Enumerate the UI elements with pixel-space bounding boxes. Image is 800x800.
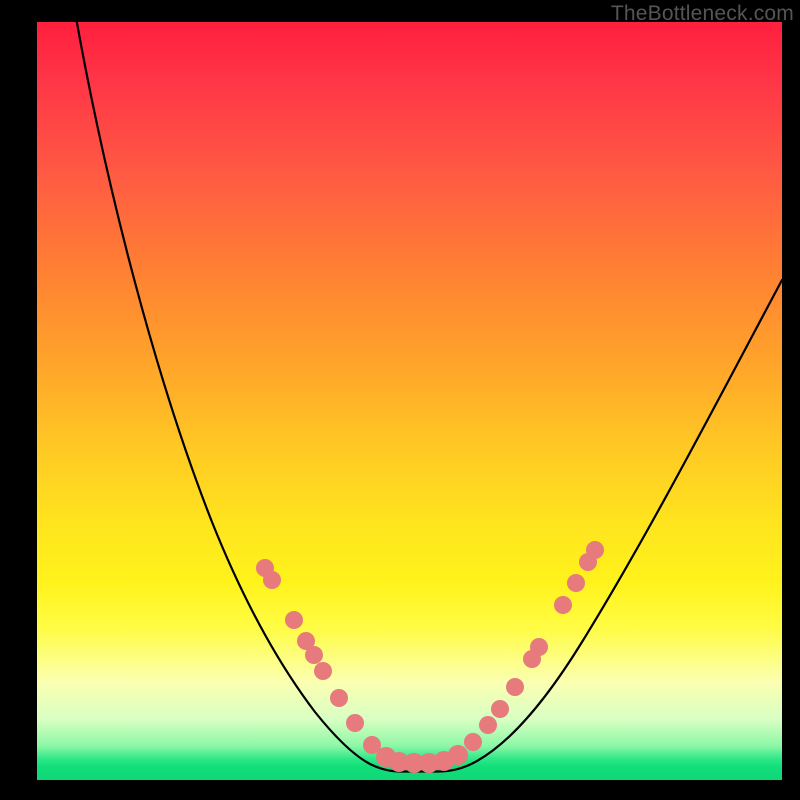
data-marker <box>464 733 482 751</box>
data-marker <box>479 716 497 734</box>
data-marker <box>346 714 364 732</box>
chart-overlay <box>37 22 782 780</box>
data-marker <box>567 574 585 592</box>
data-marker <box>263 571 281 589</box>
data-marker <box>586 541 604 559</box>
data-marker <box>314 662 332 680</box>
bottleneck-curve <box>75 12 782 772</box>
data-marker <box>491 700 509 718</box>
data-marker <box>554 596 572 614</box>
data-marker <box>330 689 348 707</box>
data-marker <box>506 678 524 696</box>
watermark-text: TheBottleneck.com <box>611 2 794 26</box>
data-marker <box>530 638 548 656</box>
data-marker <box>285 611 303 629</box>
chart-frame: TheBottleneck.com <box>0 0 800 800</box>
data-marker <box>448 745 468 765</box>
data-marker <box>305 646 323 664</box>
marker-group <box>256 541 604 773</box>
